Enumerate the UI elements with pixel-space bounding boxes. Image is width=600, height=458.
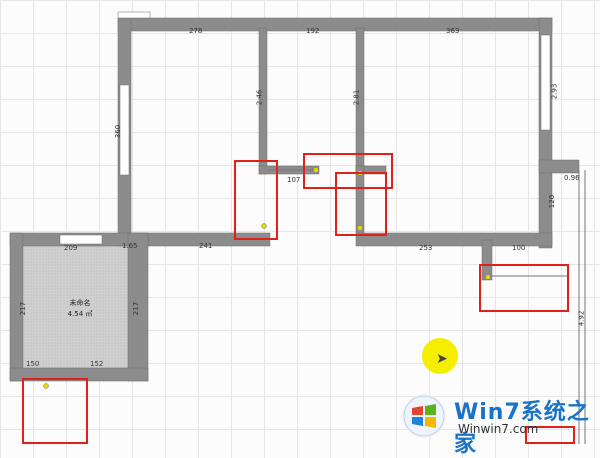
wall-top[interactable] xyxy=(117,17,553,32)
dim-balcony-209: 209 xyxy=(64,244,78,252)
dim-small-bottom-150: 150 xyxy=(26,360,40,368)
dim-bottom-100: 100 xyxy=(512,244,526,252)
room-label[interactable]: 未命名 4.54 ㎡ xyxy=(60,298,100,319)
dim-right-v: 2.93 xyxy=(550,83,559,100)
dim-door-107: 107 xyxy=(287,176,301,184)
dim-right-120: 120 xyxy=(548,194,557,209)
watermark-url: Winwin7.com xyxy=(458,422,539,436)
floorplan-canvas[interactable] xyxy=(0,0,600,444)
window-small-room[interactable] xyxy=(59,234,103,245)
windows[interactable] xyxy=(59,11,551,245)
dim-small-bottom-152: 152 xyxy=(90,360,104,368)
highlight-box-5 xyxy=(22,378,88,444)
room-area: 4.54 ㎡ xyxy=(67,309,93,318)
watermark: Win7系统之家 Winwin7.com xyxy=(398,388,600,457)
dim-bottom-253: 253 xyxy=(419,244,433,252)
dim-bottom-165: 1.65 xyxy=(122,242,138,250)
highlight-box-3 xyxy=(335,172,387,236)
windows-logo-icon xyxy=(402,394,446,438)
dim-right-096: 0.96 xyxy=(564,174,580,182)
dim-left-room1: 360 xyxy=(114,124,123,139)
dim-inner-v1: 2.46 xyxy=(255,89,264,106)
wall-right-stub[interactable] xyxy=(538,159,580,174)
dim-right-492: 4.92 xyxy=(577,310,586,327)
dim-inner-v2: 2.81 xyxy=(352,89,361,106)
dim-top-192: 192 xyxy=(306,27,320,35)
dim-top-363: 363 xyxy=(446,27,460,35)
window-right[interactable] xyxy=(540,34,551,131)
room-name: 未命名 xyxy=(69,299,91,307)
highlight-box-1 xyxy=(234,160,278,240)
highlight-box-4 xyxy=(479,264,569,312)
dim-small-right: 217 xyxy=(132,301,141,316)
dim-bottom-241: 241 xyxy=(199,242,213,250)
dim-small-left: 217 xyxy=(19,301,28,316)
dim-top-278: 278 xyxy=(189,27,203,35)
window-top-left[interactable] xyxy=(117,11,151,19)
mouse-cursor-icon: ➤ xyxy=(436,351,448,367)
